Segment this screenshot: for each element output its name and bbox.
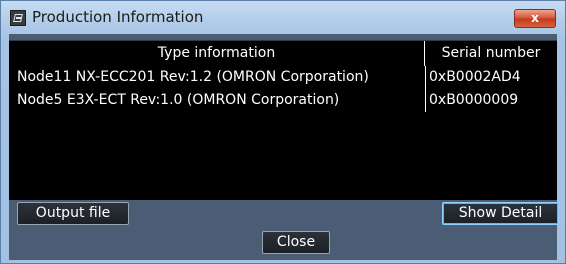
column-header-type-information[interactable]: Type information: [9, 41, 425, 66]
app-window-icon: [10, 10, 26, 26]
production-info-list[interactable]: Type information Serial number Node11 NX…: [9, 40, 557, 200]
type-information-cell: Node11 NX-ECC201 Rev:1.2 (OMRON Corporat…: [17, 69, 369, 85]
close-button[interactable]: Close: [262, 231, 330, 254]
output-file-button[interactable]: Output file: [17, 202, 129, 225]
serial-number-cell: 0xB0000009: [425, 89, 557, 112]
show-detail-button[interactable]: Show Detail: [442, 202, 559, 225]
title-bar[interactable]: Production Information x: [1, 1, 565, 34]
production-information-dialog: Production Information x Type informatio…: [0, 0, 566, 264]
type-information-cell: Node5 E3X-ECT Rev:1.0 (OMRON Corporation…: [17, 92, 340, 108]
show-detail-button-label: Show Detail: [458, 205, 543, 221]
list-header: Type information Serial number: [9, 41, 557, 66]
serial-number-cell: 0xB0002AD4: [425, 66, 557, 89]
close-button-label: Close: [276, 234, 316, 250]
close-icon[interactable]: x: [514, 9, 556, 28]
dialog-body: Type information Serial number Node11 NX…: [9, 34, 559, 260]
output-file-button-label: Output file: [35, 205, 111, 221]
column-header-serial-number[interactable]: Serial number: [425, 41, 557, 66]
table-row[interactable]: Node5 E3X-ECT Rev:1.0 (OMRON Corporation…: [9, 89, 557, 112]
table-row[interactable]: Node11 NX-ECC201 Rev:1.2 (OMRON Corporat…: [9, 66, 557, 89]
window-title: Production Information: [32, 8, 204, 26]
